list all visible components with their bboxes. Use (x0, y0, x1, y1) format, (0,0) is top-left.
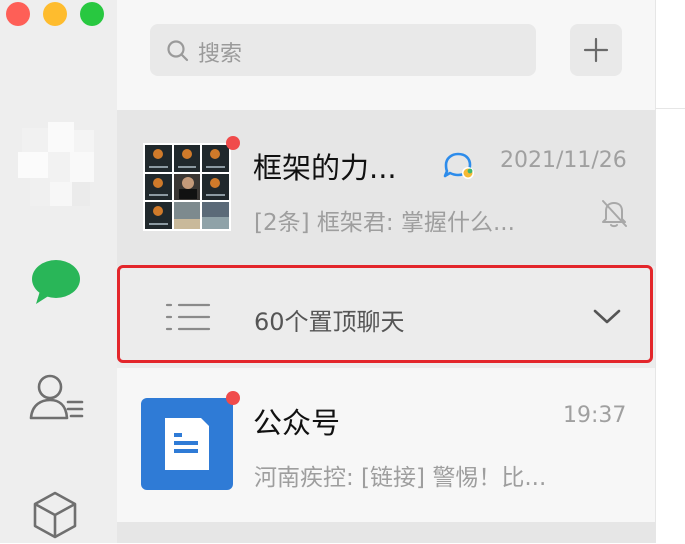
chat-bubble-icon (442, 151, 476, 181)
chat-item-partial[interactable] (117, 522, 655, 543)
chat-icon[interactable] (30, 258, 82, 306)
add-button[interactable] (570, 24, 622, 76)
bell-muted-icon (600, 198, 628, 228)
list-icon (165, 301, 211, 333)
chat-title: 框架的力... (253, 151, 397, 185)
search-icon (166, 39, 190, 63)
contacts-icon[interactable] (28, 372, 84, 424)
chat-time: 2021/11/26 (500, 148, 627, 173)
group-avatar (143, 143, 231, 231)
pinned-chats-label: 60个置顶聊天 (254, 308, 405, 336)
official-accounts-icon (141, 398, 233, 490)
chat-preview: [2条] 框架君: 掌握什么... (254, 210, 515, 236)
chat-time: 19:37 (563, 403, 627, 428)
user-avatar[interactable] (18, 122, 96, 210)
chat-title: 公众号 (253, 406, 341, 440)
chevron-down-icon[interactable] (592, 308, 622, 326)
maximize-window-button[interactable] (80, 2, 104, 26)
unread-dot (226, 391, 240, 405)
header-divider (656, 108, 685, 109)
chat-preview: 河南疾控: [链接] 警惕！比... (254, 465, 547, 491)
plus-icon (583, 37, 609, 63)
unread-dot (226, 136, 240, 150)
minimize-window-button[interactable] (43, 2, 67, 26)
search-placeholder: 搜索 (198, 42, 243, 67)
search-input[interactable]: 搜索 (150, 24, 536, 76)
mini-programs-icon[interactable] (32, 490, 78, 540)
conversation-area (656, 0, 685, 543)
close-window-button[interactable] (6, 2, 30, 26)
